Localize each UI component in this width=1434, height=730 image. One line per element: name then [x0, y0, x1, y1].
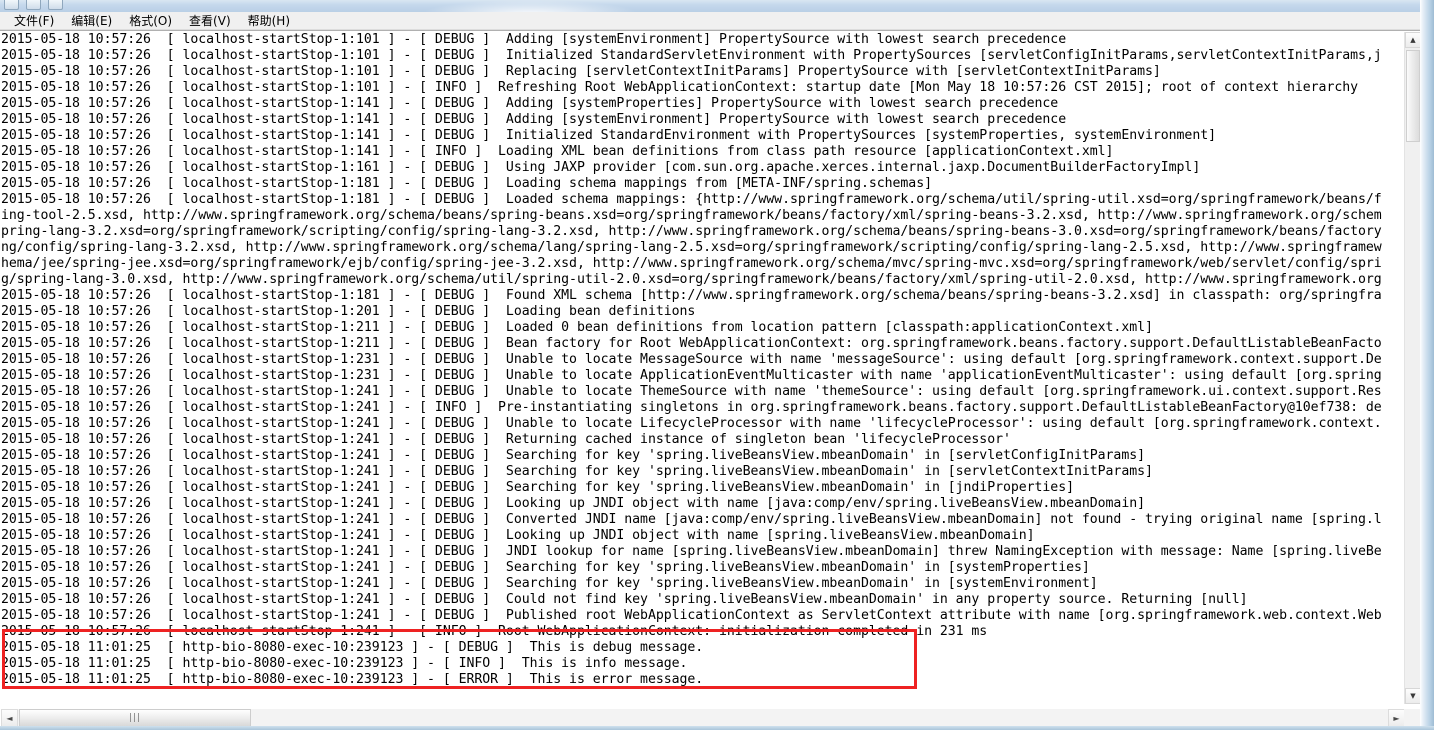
log-line: 2015-05-18 10:57:26 [ localhost-startSto…	[1, 144, 1114, 159]
log-text-area[interactable]: 2015-05-18 10:57:26 [ localhost-startSto…	[1, 32, 1405, 704]
window-control-1-icon[interactable]	[4, 0, 19, 10]
client-area: 2015-05-18 10:57:26 [ localhost-startSto…	[0, 30, 1434, 730]
titlebar-glow	[420, 0, 640, 12]
menu-item-edit[interactable]: 编辑(E)	[63, 13, 121, 29]
log-line: 2015-05-18 10:57:26 [ localhost-startSto…	[1, 80, 1359, 95]
log-line: 2015-05-18 10:57:26 [ localhost-startSto…	[1, 336, 1382, 351]
menu-item-view[interactable]: 查看(V)	[181, 13, 240, 29]
log-line: 2015-05-18 10:57:26 [ localhost-startSto…	[1, 464, 1153, 479]
log-line: 2015-05-18 10:57:26 [ localhost-startSto…	[1, 176, 932, 191]
log-line: 2015-05-18 10:57:26 [ localhost-startSto…	[1, 160, 1201, 175]
log-line: 2015-05-18 10:57:26 [ localhost-startSto…	[1, 624, 988, 639]
log-line: 2015-05-18 10:57:26 [ localhost-startSto…	[1, 400, 1382, 415]
log-line: 2015-05-18 10:57:26 [ localhost-startSto…	[1, 480, 1074, 495]
titlebar-icon-group	[4, 0, 63, 10]
log-line: 2015-05-18 10:57:26 [ localhost-startSto…	[1, 352, 1382, 367]
log-line: 2015-05-18 11:01:25 [ http-bio-8080-exec…	[1, 656, 688, 671]
vertical-scrollbar[interactable]: ▲ ▼	[1404, 32, 1421, 704]
log-line: 2015-05-18 10:57:26 [ localhost-startSto…	[1, 496, 1145, 511]
log-line: pring-lang-3.2.xsd=org/springframework/s…	[1, 224, 1382, 239]
log-line: 2015-05-18 10:57:26 [ localhost-startSto…	[1, 512, 1382, 527]
window-control-2-icon[interactable]	[26, 0, 41, 10]
log-line: 2015-05-18 10:57:26 [ localhost-startSto…	[1, 96, 1059, 111]
log-line: 2015-05-18 10:57:26 [ localhost-startSto…	[1, 544, 1382, 559]
log-line: 2015-05-18 10:57:26 [ localhost-startSto…	[1, 384, 1382, 399]
log-line: 2015-05-18 10:57:26 [ localhost-startSto…	[1, 416, 1382, 431]
log-line: 2015-05-18 10:57:26 [ localhost-startSto…	[1, 528, 1035, 543]
log-line: 2015-05-18 11:01:25 [ http-bio-8080-exec…	[1, 640, 704, 655]
log-line: ng/config/spring-lang-3.2.xsd, http://ww…	[1, 240, 1382, 255]
vertical-scroll-thumb[interactable]	[1406, 50, 1420, 142]
menubar: 文件(F) 编辑(E) 格式(O) 查看(V) 帮助(H)	[0, 12, 1434, 30]
notepad-window: 文件(F) 编辑(E) 格式(O) 查看(V) 帮助(H) 2015-05-18…	[0, 0, 1434, 730]
menu-item-help[interactable]: 帮助(H)	[240, 13, 299, 29]
menu-item-format[interactable]: 格式(O)	[121, 13, 181, 29]
log-line: 2015-05-18 10:57:26 [ localhost-startSto…	[1, 304, 696, 319]
scroll-right-arrow-icon[interactable]: ►	[1388, 709, 1405, 727]
window-frame-right	[1420, 0, 1434, 730]
scroll-left-arrow-icon[interactable]: ◄	[1, 709, 18, 727]
horizontal-scrollbar[interactable]: ◄ ||| ►	[1, 709, 1405, 727]
log-line: 2015-05-18 10:57:26 [ localhost-startSto…	[1, 368, 1382, 383]
log-line: 2015-05-18 10:57:26 [ localhost-startSto…	[1, 192, 1382, 207]
log-line: 2015-05-18 10:57:26 [ localhost-startSto…	[1, 112, 1067, 127]
scroll-down-arrow-icon[interactable]: ▼	[1405, 688, 1421, 704]
log-line: g/spring-lang-3.0.xsd, http://www.spring…	[1, 272, 1382, 287]
log-line: 2015-05-18 10:57:26 [ localhost-startSto…	[1, 576, 1098, 591]
log-line: 2015-05-18 10:57:26 [ localhost-startSto…	[1, 320, 1153, 335]
log-line: 2015-05-18 10:57:26 [ localhost-startSto…	[1, 432, 1011, 447]
log-line: 2015-05-18 10:57:26 [ localhost-startSto…	[1, 448, 1145, 463]
log-line: 2015-05-18 10:57:26 [ localhost-startSto…	[1, 48, 1382, 63]
log-line: 2015-05-18 10:57:26 [ localhost-startSto…	[1, 128, 1216, 143]
horizontal-scroll-thumb[interactable]: |||	[19, 709, 251, 727]
log-line: hema/jee/spring-jee.xsd=org/springframew…	[1, 256, 1382, 271]
log-line: 2015-05-18 10:57:26 [ localhost-startSto…	[1, 560, 1090, 575]
log-line: 2015-05-18 10:57:26 [ localhost-startSto…	[1, 608, 1382, 623]
window-frame-bottom	[0, 726, 1434, 730]
log-line: 2015-05-18 10:57:26 [ localhost-startSto…	[1, 64, 1161, 79]
log-line: 2015-05-18 10:57:26 [ localhost-startSto…	[1, 288, 1382, 303]
scrollbar-corner	[1404, 709, 1420, 727]
log-line: 2015-05-18 11:01:25 [ http-bio-8080-exec…	[1, 672, 704, 687]
log-line: 2015-05-18 10:57:26 [ localhost-startSto…	[1, 32, 1067, 47]
scroll-up-arrow-icon[interactable]: ▲	[1405, 32, 1421, 48]
menu-item-file[interactable]: 文件(F)	[6, 13, 63, 29]
log-line: ing-tool-2.5.xsd, http://www.springframe…	[1, 208, 1382, 223]
window-control-3-icon[interactable]	[48, 0, 63, 10]
log-line: 2015-05-18 10:57:26 [ localhost-startSto…	[1, 592, 1248, 607]
